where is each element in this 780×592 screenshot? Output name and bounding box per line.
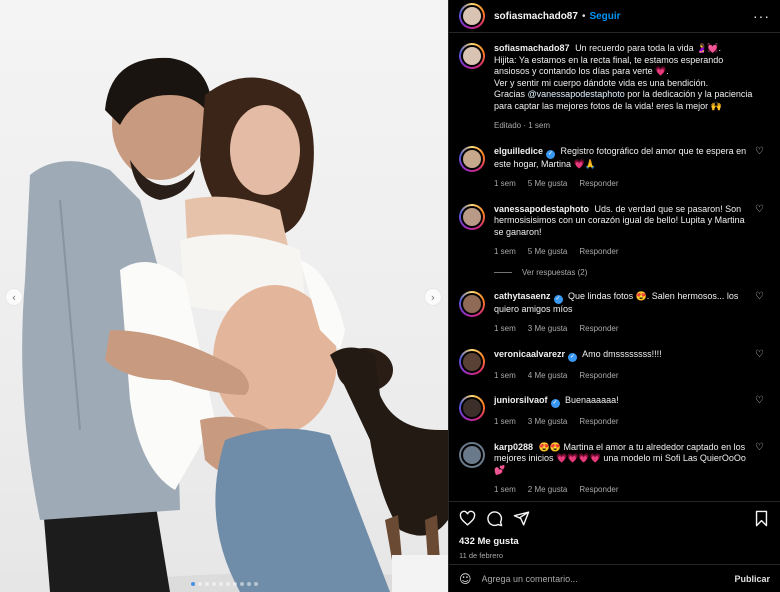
emoji-icon[interactable]: ☺ — [459, 572, 472, 586]
caption-text-2: Hijita: Ya estamos en la recta final, te… — [494, 54, 724, 77]
carousel-dot — [218, 582, 223, 586]
comment-likes[interactable]: 3 Me gusta — [528, 416, 568, 428]
comment-time: 1 sem — [494, 485, 516, 495]
comment-text: Buenaaaaaa! — [565, 395, 619, 406]
comments-list[interactable]: sofiasmachado87 Un recuerdo para toda la… — [449, 33, 780, 501]
comment-input[interactable] — [481, 573, 735, 584]
reply-button[interactable]: Responder — [579, 370, 618, 382]
carousel-dot — [197, 582, 202, 586]
post-photo[interactable]: ‹ › — [0, 0, 448, 592]
replies-divider — [494, 271, 512, 273]
comment-item: karp0288 😍😍 Martina el amor a tu alreded… — [459, 441, 770, 496]
reply-button[interactable]: Responder — [579, 416, 618, 428]
reply-button[interactable]: Responder — [579, 246, 618, 258]
avatar[interactable] — [459, 43, 485, 70]
comment-username[interactable]: juniorsilvaof — [494, 395, 548, 405]
reply-button[interactable]: Responder — [579, 178, 618, 190]
comment-likes[interactable]: 2 Me gusta — [528, 484, 568, 496]
comment-time: 1 sem — [494, 247, 516, 257]
comment-item: elguilledice ✓ Registro fotográfico del a… — [459, 145, 770, 190]
comment-icon[interactable] — [486, 510, 503, 527]
post-actions: 432 Me gusta 11 de febrero — [449, 501, 780, 564]
comment-likes[interactable]: 5 Me gusta — [528, 246, 568, 258]
comment-username[interactable]: veronicaalvarezr — [494, 349, 565, 359]
follow-button[interactable]: Seguir — [589, 11, 620, 22]
avatar[interactable] — [459, 145, 485, 172]
verified-badge-icon: ✓ — [568, 352, 578, 362]
avatar[interactable] — [459, 348, 485, 375]
carousel-dot — [253, 582, 258, 586]
chevron-right-icon[interactable]: › — [424, 288, 442, 306]
carousel-dot — [190, 582, 195, 586]
photo-illustration — [22, 57, 448, 592]
comment-time: 1 sem — [494, 324, 516, 334]
comment-username[interactable]: elguilledice — [494, 146, 543, 156]
post-date: 11 de febrero — [459, 551, 504, 561]
avatar[interactable] — [459, 441, 485, 468]
comment-text: Amo dmssssssss!!!! — [582, 348, 662, 359]
comment-like-heart-icon[interactable]: ♡ — [755, 395, 764, 406]
carousel-dot — [239, 582, 244, 586]
comment-likes[interactable]: 3 Me gusta — [528, 323, 568, 335]
carousel-dot — [225, 582, 230, 586]
comment-like-heart-icon[interactable]: ♡ — [755, 204, 764, 215]
publish-button[interactable]: Publicar — [734, 574, 770, 584]
carousel-dot — [204, 582, 209, 586]
avatar[interactable] — [459, 290, 485, 317]
verified-badge-icon: ✓ — [550, 399, 560, 409]
post-panel: sofiasmachado87 • Seguir ··· sofiasmacha… — [448, 0, 780, 592]
comment-item: vanessapodestaphoto Uds. de verdad que s… — [459, 203, 770, 258]
more-options-icon[interactable]: ··· — [753, 8, 770, 24]
comment-like-heart-icon[interactable]: ♡ — [755, 291, 764, 302]
reply-button[interactable]: Responder — [579, 323, 618, 335]
header-username[interactable]: sofiasmachado87 — [494, 11, 578, 22]
header-separator: • — [581, 10, 586, 22]
likes-count[interactable]: 432 Me gusta — [459, 536, 770, 547]
comment-time: 1 sem — [494, 370, 516, 380]
view-replies-button[interactable]: Ver respuestas (2) — [494, 268, 770, 277]
heart-icon[interactable] — [459, 510, 476, 527]
share-icon[interactable] — [513, 510, 530, 527]
comment-username[interactable]: vanessapodestaphoto — [494, 204, 589, 214]
comment-like-heart-icon[interactable]: ♡ — [755, 442, 764, 453]
save-icon[interactable] — [753, 510, 770, 527]
carousel-dot — [246, 582, 251, 586]
carousel-dot — [211, 582, 216, 586]
comment-username[interactable]: cathytasaenz — [494, 291, 551, 301]
comment-like-heart-icon[interactable]: ♡ — [755, 146, 764, 157]
comment-item: veronicaalvarezr ✓ Amo dmssssssss!!!! 1 s… — [459, 348, 770, 382]
chevron-left-icon[interactable]: ‹ — [5, 288, 23, 306]
verified-badge-icon: ✓ — [553, 294, 563, 304]
caption-mention[interactable]: @vanessapodestaphoto — [528, 89, 625, 99]
avatar[interactable] — [459, 3, 485, 30]
post-viewer: ‹ › sofiasmachado87 • Seguir ··· sofiasm… — [0, 0, 780, 592]
caption-text-3: Ver y sentir mi cuerpo dándote vida es u… — [494, 77, 709, 88]
caption-username[interactable]: sofiasmachado87 — [494, 43, 570, 53]
verified-badge-icon: ✓ — [546, 149, 556, 159]
post-header: sofiasmachado87 • Seguir ··· — [449, 0, 780, 34]
comment-likes[interactable]: 4 Me gusta — [528, 370, 568, 382]
carousel-dots — [0, 582, 448, 586]
caption-text-1: Un recuerdo para toda la vida 🤰💓. — [575, 43, 722, 54]
avatar[interactable] — [459, 395, 485, 422]
caption-text-4a: Gracias — [494, 89, 526, 100]
caption-meta: Editado · 1 sem — [494, 121, 551, 131]
comment-username[interactable]: karp0288 — [494, 442, 533, 452]
comment-item: cathytasaenz ✓ Que lindas fotos 😍. Salen … — [459, 290, 770, 335]
avatar[interactable] — [459, 203, 485, 230]
caption: sofiasmachado87 Un recuerdo para toda la… — [459, 43, 770, 132]
carousel-dot — [232, 582, 237, 586]
comment-likes[interactable]: 5 Me gusta — [528, 178, 568, 190]
comment-composer: ☺ Publicar — [449, 564, 780, 592]
comment-like-heart-icon[interactable]: ♡ — [755, 349, 764, 360]
reply-button[interactable]: Responder — [579, 484, 618, 496]
view-replies-label[interactable]: Ver respuestas (2) — [522, 268, 587, 277]
comment-time: 1 sem — [494, 417, 516, 427]
comment-item: juniorsilvaof ✓ Buenaaaaaa! 1 sem 3 Me gu… — [459, 395, 770, 428]
comment-time: 1 sem — [494, 179, 516, 189]
